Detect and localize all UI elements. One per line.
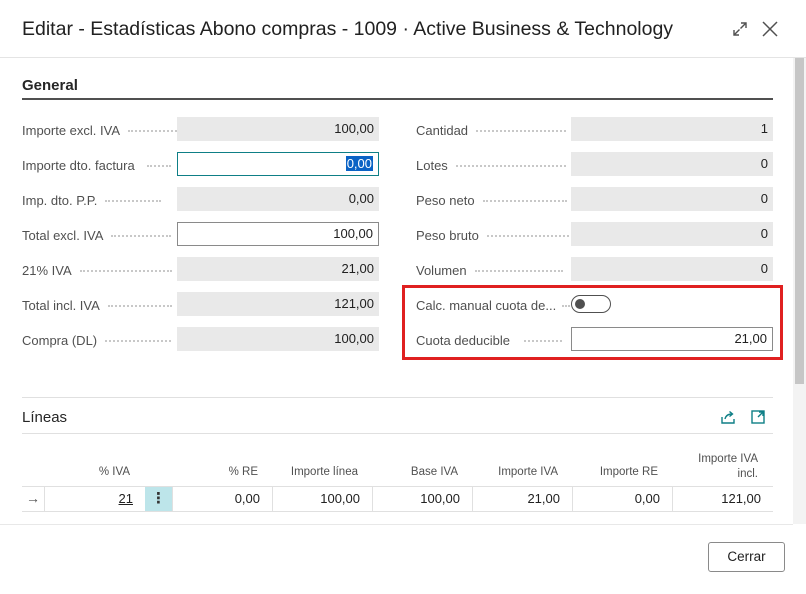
- field-label-importe-dto-factura: Importe dto. factura: [22, 158, 171, 173]
- row-actions-button[interactable]: ⋮: [145, 487, 172, 511]
- field-importe-excl-iva: 100,00: [177, 117, 379, 141]
- field-lotes: 0: [571, 152, 773, 176]
- field-total-incl-iva: 121,00: [177, 292, 379, 316]
- field-label-importe-excl-iva: Importe excl. IVA: [22, 123, 185, 138]
- column-header-importe-linea[interactable]: Importe línea: [272, 466, 358, 478]
- field-label-total-excl-iva: Total excl. IVA: [22, 228, 172, 243]
- field-label-21-iva: 21% IVA: [22, 263, 172, 278]
- statistics-dialog: Editar - Estadísticas Abono compras - 10…: [0, 0, 806, 594]
- cell-importe-linea[interactable]: 100,00: [272, 486, 372, 512]
- field-peso-neto: 0: [571, 187, 773, 211]
- cell-iva[interactable]: 21: [44, 486, 145, 512]
- column-header-base-iva[interactable]: Base IVA: [372, 466, 458, 478]
- field-imp-dto-pp: 0,00: [177, 187, 379, 211]
- general-section-underline: [22, 98, 773, 100]
- field-label-imp-dto-pp: Imp. dto. P.P.: [22, 193, 162, 208]
- vertical-scrollbar[interactable]: [793, 58, 806, 524]
- share-icon[interactable]: [719, 408, 737, 426]
- lineas-top-divider: [22, 397, 773, 398]
- general-section-heading[interactable]: General: [22, 77, 78, 94]
- cell-importe-iva[interactable]: 21,00: [472, 486, 572, 512]
- lineas-section-heading[interactable]: Líneas: [22, 409, 67, 426]
- lineas-header-divider: [22, 433, 773, 434]
- field-label-peso-neto: Peso neto: [416, 193, 567, 208]
- column-header-importe-iva-incl[interactable]: Importe IVA incl.: [680, 452, 758, 482]
- expand-icon[interactable]: [730, 18, 750, 40]
- row-selector-arrow-icon[interactable]: →: [26, 490, 40, 506]
- field-label-compra-dl: Compra (DL): [22, 333, 172, 348]
- column-header-iva[interactable]: % IVA: [46, 466, 130, 478]
- field-importe-dto-factura[interactable]: 0,00: [177, 152, 379, 176]
- column-header-re[interactable]: % RE: [172, 466, 258, 478]
- header-divider: [0, 57, 806, 58]
- cell-importe-re[interactable]: 0,00: [572, 486, 672, 512]
- close-button[interactable]: Cerrar: [708, 542, 785, 572]
- column-header-importe-re[interactable]: Importe RE: [572, 466, 658, 478]
- field-label-total-incl-iva: Total incl. IVA: [22, 298, 172, 313]
- selected-value: 0,00: [345, 156, 373, 171]
- cell-base-iva[interactable]: 100,00: [372, 486, 472, 512]
- field-label-peso-bruto: Peso bruto: [416, 228, 569, 243]
- close-icon[interactable]: [760, 18, 780, 40]
- cell-re[interactable]: 0,00: [172, 486, 272, 512]
- footer-divider: [0, 524, 793, 525]
- scrollbar-thumb[interactable]: [795, 58, 804, 384]
- field-compra-dl: 100,00: [177, 327, 379, 351]
- cell-importe-iva-incl[interactable]: 121,00: [672, 486, 773, 512]
- highlight-box: [402, 285, 783, 360]
- field-21-iva: 21,00: [177, 257, 379, 281]
- dialog-title: Editar - Estadísticas Abono compras - 10…: [22, 18, 674, 40]
- field-label-cantidad: Cantidad: [416, 123, 567, 138]
- field-label-lotes: Lotes: [416, 158, 566, 173]
- column-header-importe-iva[interactable]: Importe IVA: [472, 466, 558, 478]
- field-label-volumen: Volumen: [416, 263, 563, 278]
- field-peso-bruto: 0: [571, 222, 773, 246]
- open-in-new-icon[interactable]: [749, 408, 767, 426]
- field-volumen: 0: [571, 257, 773, 281]
- field-cantidad: 1: [571, 117, 773, 141]
- field-total-excl-iva[interactable]: 100,00: [177, 222, 379, 246]
